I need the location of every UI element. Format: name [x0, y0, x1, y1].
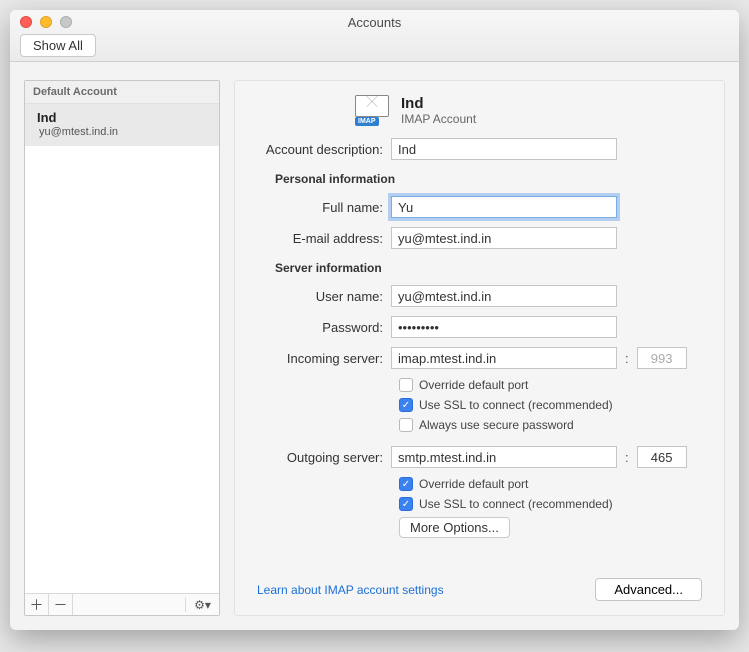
imap-badge: IMAP: [355, 117, 379, 126]
override-incoming-port-label: Override default port: [419, 378, 528, 392]
account-type-subtitle: IMAP Account: [401, 112, 476, 126]
ssl-outgoing-label: Use SSL to connect (recommended): [419, 497, 613, 511]
sidebar-account-item[interactable]: Ind yu@mtest.ind.in: [25, 104, 219, 146]
account-name-title: Ind: [401, 95, 476, 112]
add-account-button[interactable]: ＋: [25, 594, 49, 615]
email-input[interactable]: [391, 227, 617, 249]
port-colon-out: :: [625, 450, 629, 465]
port-colon: :: [625, 351, 629, 366]
ssl-incoming-checkbox[interactable]: ✓: [399, 398, 413, 412]
remove-account-button[interactable]: －: [49, 594, 73, 615]
more-options-button[interactable]: More Options...: [399, 517, 510, 538]
override-outgoing-port-label: Override default port: [419, 477, 528, 491]
imap-account-icon: IMAP: [355, 95, 391, 123]
username-input[interactable]: [391, 285, 617, 307]
sidebar-gear-button[interactable]: ⚙▾: [185, 598, 219, 612]
accounts-sidebar: Default Account Ind yu@mtest.ind.in ＋ － …: [24, 80, 220, 616]
sidebar-body: [25, 146, 219, 593]
server-section-title: Server information: [275, 261, 702, 275]
description-input[interactable]: [391, 138, 617, 160]
close-button[interactable]: [20, 16, 32, 28]
gear-icon: ⚙▾: [194, 598, 211, 612]
full-name-input[interactable]: [391, 196, 617, 218]
incoming-port-input[interactable]: [637, 347, 687, 369]
username-label: User name:: [245, 289, 391, 304]
password-input[interactable]: [391, 316, 617, 338]
personal-section-title: Personal information: [275, 172, 702, 186]
minus-icon: －: [54, 595, 68, 615]
traffic-lights: [20, 16, 72, 28]
main-panel: IMAP Ind IMAP Account Account descriptio…: [234, 80, 725, 616]
override-incoming-port-checkbox[interactable]: [399, 378, 413, 392]
learn-imap-link[interactable]: Learn about IMAP account settings: [257, 583, 444, 597]
description-label: Account description:: [245, 142, 391, 157]
secure-password-label: Always use secure password: [419, 418, 574, 432]
sidebar-account-email: yu@mtest.ind.in: [37, 125, 211, 138]
zoom-button[interactable]: [60, 16, 72, 28]
ssl-incoming-label: Use SSL to connect (recommended): [419, 398, 613, 412]
sidebar-account-name: Ind: [37, 110, 211, 125]
minimize-button[interactable]: [40, 16, 52, 28]
advanced-button[interactable]: Advanced...: [595, 578, 702, 601]
incoming-server-input[interactable]: [391, 347, 617, 369]
titlebar: Accounts Show All: [10, 10, 739, 62]
secure-password-checkbox[interactable]: [399, 418, 413, 432]
window-title: Accounts: [10, 10, 739, 30]
incoming-label: Incoming server:: [245, 351, 391, 366]
outgoing-server-input[interactable]: [391, 446, 617, 468]
outgoing-label: Outgoing server:: [245, 450, 391, 465]
envelope-icon: [355, 95, 389, 117]
override-outgoing-port-checkbox[interactable]: ✓: [399, 477, 413, 491]
account-header: IMAP Ind IMAP Account: [355, 95, 702, 126]
sidebar-footer: ＋ － ⚙▾: [25, 593, 219, 615]
email-label: E-mail address:: [245, 231, 391, 246]
ssl-outgoing-checkbox[interactable]: ✓: [399, 497, 413, 511]
outgoing-port-input[interactable]: [637, 446, 687, 468]
password-label: Password:: [245, 320, 391, 335]
accounts-window: Accounts Show All Default Account Ind yu…: [10, 10, 739, 630]
plus-icon: ＋: [30, 595, 44, 615]
show-all-button[interactable]: Show All: [20, 34, 96, 57]
sidebar-header: Default Account: [25, 81, 219, 104]
full-name-label: Full name:: [245, 200, 391, 215]
